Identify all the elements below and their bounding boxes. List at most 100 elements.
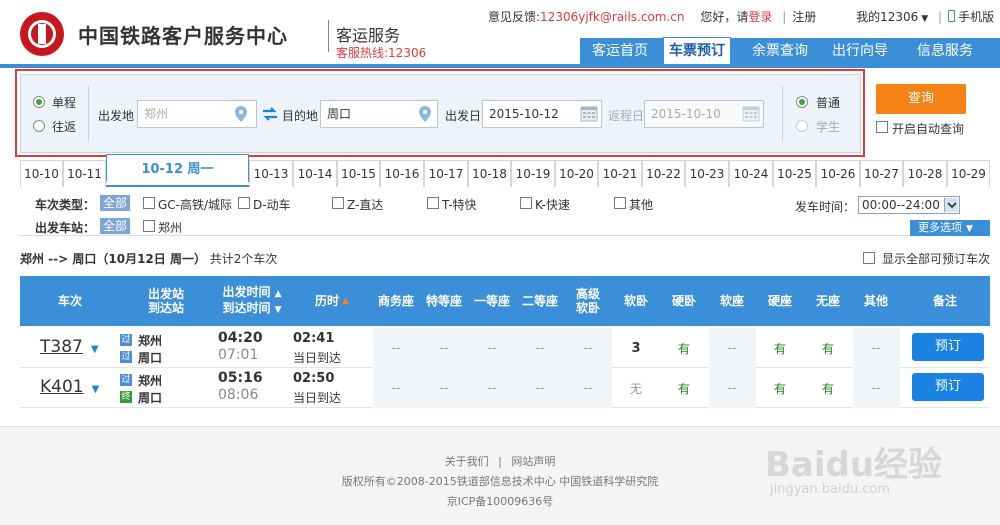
filter-checkbox-d[interactable]	[238, 197, 250, 209]
seat-hard-seat[interactable]: 有	[756, 328, 804, 368]
nav-info-service[interactable]: 信息服务	[900, 38, 990, 64]
date-tab[interactable]: 10-24	[729, 160, 773, 187]
feedback-email-link[interactable]: 12306yjfk@rails.com.cn	[540, 10, 684, 24]
book-button[interactable]: 预订	[912, 373, 984, 401]
date-tab[interactable]: 10-13	[249, 160, 293, 187]
date-tab[interactable]: 10-20	[555, 160, 598, 187]
calendar-icon[interactable]	[580, 104, 598, 122]
radio-student-ticket[interactable]	[796, 120, 808, 132]
radio-round-trip[interactable]	[33, 120, 45, 132]
site-name[interactable]: 中国铁路客户服务中心	[78, 20, 288, 49]
seat-no-seat[interactable]: 有	[804, 328, 852, 368]
mobile-link[interactable]: 手机版	[958, 10, 994, 24]
station-checkbox-zhengzhou[interactable]	[143, 220, 155, 232]
adult-ticket-label[interactable]: 普通	[816, 94, 840, 111]
station-label-zhengzhou[interactable]: 郑州	[158, 219, 182, 236]
filter-label-d[interactable]: D-动车	[253, 196, 291, 213]
seat-soft-sleeper[interactable]: 3	[612, 328, 660, 368]
calendar-icon[interactable]	[742, 104, 760, 122]
sort-down-icon[interactable]: ▼	[275, 305, 282, 315]
date-tab-active[interactable]: 10-12 周一	[106, 154, 249, 183]
chevron-down-icon[interactable]: ▼	[92, 384, 100, 395]
to-station: 周口	[138, 391, 163, 405]
th-duration[interactable]: 历时 ▲	[292, 276, 372, 326]
swap-stations-icon[interactable]	[262, 107, 278, 121]
round-trip-label[interactable]: 往返	[52, 118, 76, 135]
date-tab[interactable]: 10-25	[773, 160, 816, 187]
date-tab[interactable]: 10-14	[293, 160, 337, 187]
filter-label-other[interactable]: 其他	[629, 196, 653, 213]
location-pin-icon[interactable]	[419, 106, 431, 122]
one-way-label[interactable]: 单程	[52, 94, 76, 111]
about-us-link[interactable]: 关于我们	[445, 455, 489, 468]
sort-up-icon[interactable]: ▲	[275, 289, 282, 299]
radio-adult-ticket[interactable]	[796, 96, 808, 108]
sort-up-icon[interactable]: ▲	[342, 294, 349, 308]
th-hard-sleeper: 硬卧	[660, 276, 708, 326]
nav-remaining-tickets[interactable]: 余票查询	[740, 38, 820, 64]
chevron-down-icon[interactable]: ▼	[921, 14, 928, 24]
register-link[interactable]: 注册	[792, 10, 816, 24]
th-other: 其他	[852, 276, 900, 326]
date-tab[interactable]: 10-29	[947, 160, 990, 187]
auto-query-checkbox[interactable]	[876, 121, 888, 133]
th-times[interactable]: 出发时间 ▲ 到达时间 ▼	[212, 276, 292, 326]
nav-travel-guide[interactable]: 出行向导	[820, 38, 900, 64]
seat-hard-seat[interactable]: 有	[756, 368, 804, 408]
station-all-tag[interactable]: 全部	[100, 218, 131, 234]
nav-ticket-booking[interactable]: 车票预订	[663, 37, 731, 64]
seat-hard-sleeper[interactable]: 有	[660, 368, 708, 408]
chevron-down-icon[interactable]: ▼	[91, 344, 99, 355]
date-tab[interactable]: 10-11	[63, 160, 106, 187]
train-type-all-tag[interactable]: 全部	[100, 195, 131, 211]
filter-checkbox-gc[interactable]	[143, 197, 155, 209]
th-label: 其他	[863, 294, 888, 308]
date-tab[interactable]: 10-18	[468, 160, 511, 187]
filter-label-t[interactable]: T-特快	[442, 196, 477, 213]
login-link[interactable]: 登录	[748, 10, 772, 24]
date-tab[interactable]: 10-21	[598, 160, 642, 187]
location-pin-icon[interactable]	[235, 106, 247, 122]
date-tab[interactable]: 10-17	[424, 160, 468, 187]
th-label: 一等座	[473, 294, 510, 308]
date-tab[interactable]: 10-10	[20, 160, 63, 187]
my12306-link[interactable]: 我的12306	[856, 10, 918, 24]
date-tab[interactable]: 10-27	[860, 160, 903, 187]
date-tab[interactable]: 10-16	[380, 160, 424, 187]
seat-hard-sleeper[interactable]: 有	[660, 328, 708, 368]
filter-checkbox-other[interactable]	[614, 197, 626, 209]
th-first: 一等座	[468, 276, 516, 326]
filter-checkbox-t[interactable]	[427, 197, 439, 209]
depart-time-select[interactable]: 00:00--24:00	[858, 196, 960, 214]
book-button[interactable]: 预订	[912, 333, 984, 361]
radio-one-way[interactable]	[33, 96, 45, 108]
filter-label-k[interactable]: K-快速	[535, 196, 570, 213]
train-number-link[interactable]: T387	[40, 337, 83, 357]
filter-label-gc[interactable]: GC-高铁/城际	[158, 196, 232, 213]
train-number-link[interactable]: K401	[40, 377, 84, 397]
auto-query-label[interactable]: 开启自动查询	[892, 120, 964, 137]
chevron-down-icon[interactable]	[944, 198, 958, 212]
student-ticket-label[interactable]: 学生	[816, 118, 840, 135]
filter-checkbox-k[interactable]	[520, 197, 532, 209]
show-all-checkbox[interactable]	[863, 252, 875, 264]
query-button[interactable]: 查询	[876, 84, 966, 114]
site-header: 中国铁路客户服务中心 客运服务 客服热线:12306 意见反馈:12306yjf…	[0, 0, 1000, 64]
subsite-title: 客运服务	[336, 26, 401, 45]
seat-second: --	[535, 381, 545, 395]
date-tab[interactable]: 10-26	[816, 160, 860, 187]
date-tab[interactable]: 10-28	[903, 160, 947, 187]
filter-checkbox-z[interactable]	[332, 197, 344, 209]
date-tab[interactable]: 10-23	[685, 160, 729, 187]
nav-passenger-home[interactable]: 客运首页	[580, 38, 660, 64]
seat-no-seat[interactable]: 有	[804, 368, 852, 408]
railway-logo-icon[interactable]	[20, 12, 64, 56]
more-options-button[interactable]: 更多选项 ▼	[910, 220, 990, 236]
date-tab[interactable]: 10-22	[642, 160, 685, 187]
arrive-time: 07:01	[218, 347, 259, 363]
date-tab[interactable]: 10-15	[337, 160, 380, 187]
site-statement-link[interactable]: 网站声明	[511, 455, 555, 468]
date-tab[interactable]: 10-19	[511, 160, 555, 187]
show-all-label[interactable]: 显示全部可预订车次	[882, 250, 990, 267]
filter-label-z[interactable]: Z-直达	[347, 196, 383, 213]
